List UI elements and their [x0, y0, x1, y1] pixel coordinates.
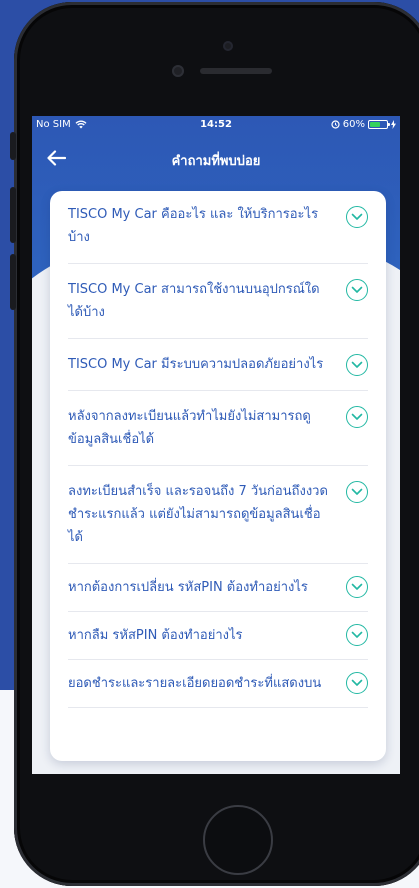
alarm-icon [331, 120, 340, 129]
chevron-down-circle-icon[interactable] [346, 354, 368, 376]
charging-icon [391, 120, 396, 129]
status-right: 60% [331, 119, 396, 130]
chevron-down-circle-icon[interactable] [346, 481, 368, 503]
faq-question: ยอดชำระและรายละเอียดยอดชำระที่แสดงบน [68, 676, 322, 691]
faq-question: TISCO My Car คืออะไร และ ให้บริการอะไรบ้… [68, 207, 319, 245]
faq-card: TISCO My Car คืออะไร และ ให้บริการอะไรบ้… [50, 191, 386, 761]
page-title: คำถามที่พบบ่อย [171, 154, 261, 169]
chevron-down-circle-icon[interactable] [346, 406, 368, 428]
faq-question: หากลืม รหัสPIN ต้องทำอย่างไร [68, 628, 243, 643]
mute-switch [10, 132, 16, 160]
chevron-down-circle-icon[interactable] [346, 672, 368, 694]
faq-item[interactable]: TISCO My Car คืออะไร และ ให้บริการอะไรบ้… [68, 191, 368, 264]
faq-question: หลังจากลงทะเบียนแล้วทำไมยังไม่สามารถดูข้… [68, 409, 311, 447]
app-screen: No SIM 14:52 60% คำถามที่พบบ่อย TISCO My… [32, 116, 400, 774]
faq-item[interactable]: ยอดชำระและรายละเอียดยอดชำระที่แสดงบน [68, 660, 368, 708]
front-camera-icon [172, 65, 184, 77]
faq-item[interactable]: ลงทะเบียนสำเร็จ และรอจนถึง 7 วันก่อนถึงง… [68, 466, 368, 564]
nav-bar: คำถามที่พบบ่อย [32, 140, 400, 176]
faq-item[interactable]: TISCO My Car สามารถใช้งานบนอุปกรณ์ใดได้บ… [68, 264, 368, 339]
faq-item[interactable]: TISCO My Car มีระบบความปลอดภัยอย่างไร [68, 339, 368, 391]
faq-question: ลงทะเบียนสำเร็จ และรอจนถึง 7 วันก่อนถึงง… [68, 484, 328, 545]
volume-up-button [10, 187, 16, 243]
faq-question: หากต้องการเปลี่ยน รหัสPIN ต้องทำอย่างไร [68, 580, 308, 595]
faq-list: TISCO My Car คืออะไร และ ให้บริการอะไรบ้… [50, 191, 386, 708]
home-button[interactable] [203, 805, 273, 875]
chevron-down-circle-icon[interactable] [346, 576, 368, 598]
status-bar: No SIM 14:52 60% [32, 116, 400, 134]
battery-percent: 60% [342, 119, 365, 130]
faq-question: TISCO My Car มีระบบความปลอดภัยอย่างไร [68, 357, 324, 372]
camera-icon [223, 41, 233, 51]
faq-item[interactable]: หลังจากลงทะเบียนแล้วทำไมยังไม่สามารถดูข้… [68, 391, 368, 466]
battery-fill [370, 122, 380, 127]
chevron-down-circle-icon[interactable] [346, 206, 368, 228]
faq-question: TISCO My Car สามารถใช้งานบนอุปกรณ์ใดได้บ… [68, 282, 320, 320]
volume-down-button [10, 254, 16, 310]
chevron-down-circle-icon[interactable] [346, 624, 368, 646]
chevron-down-circle-icon[interactable] [346, 279, 368, 301]
battery-icon [368, 120, 390, 129]
speaker-grille [200, 68, 272, 74]
faq-item[interactable]: หากลืม รหัสPIN ต้องทำอย่างไร [68, 612, 368, 660]
faq-item[interactable]: หากต้องการเปลี่ยน รหัสPIN ต้องทำอย่างไร [68, 564, 368, 612]
